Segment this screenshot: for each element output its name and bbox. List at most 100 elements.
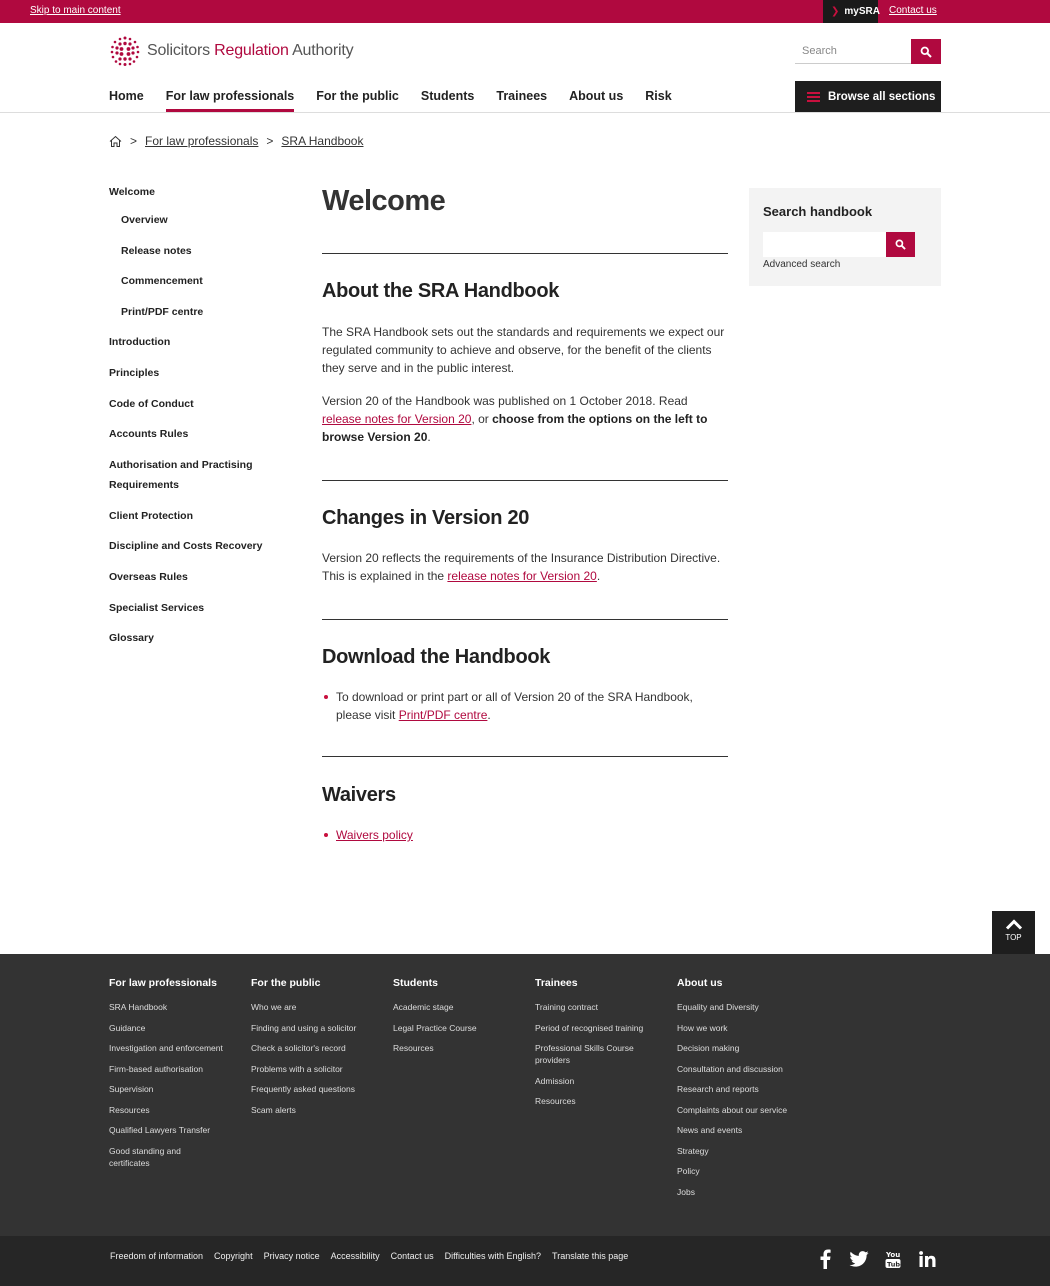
sidenav-glossary[interactable]: Glossary (109, 628, 299, 659)
footer-column-trainees: Trainees Training contract Period of rec… (535, 977, 665, 1116)
nav-for-the-public[interactable]: For the public (316, 88, 399, 112)
search-button[interactable] (911, 39, 941, 64)
release-notes-link[interactable]: release notes for Version 20 (447, 569, 596, 583)
difficulties-with-english-link[interactable]: Difficulties with English? (445, 1251, 541, 1261)
nav-risk[interactable]: Risk (645, 88, 671, 112)
privacy-notice-link[interactable]: Privacy notice (264, 1251, 320, 1261)
browse-all-sections-button[interactable]: Browse all sections (795, 81, 941, 113)
footer-link[interactable]: Guidance (109, 1022, 239, 1034)
footer-link[interactable]: Training contract (535, 1001, 665, 1013)
nav-trainees[interactable]: Trainees (496, 88, 547, 112)
search-handbook-panel: Search handbook Advanced search (749, 188, 941, 286)
sidenav-commencement[interactable]: Commencement (109, 271, 299, 302)
sidenav-accounts-rules[interactable]: Accounts Rules (109, 424, 299, 455)
sidenav-release-notes[interactable]: Release notes (109, 241, 299, 272)
footer-link[interactable]: SRA Handbook (109, 1001, 239, 1013)
waivers-list-item: Waivers policy (322, 826, 728, 844)
footer-link[interactable]: Consultation and discussion (677, 1063, 807, 1075)
footer-column-students: Students Academic stage Legal Practice C… (393, 977, 523, 1063)
footer-link[interactable]: News and events (677, 1124, 807, 1136)
waivers-policy-link[interactable]: Waivers policy (336, 828, 413, 842)
sidenav-discipline[interactable]: Discipline and Costs Recovery (109, 536, 299, 567)
home-icon[interactable] (109, 135, 122, 148)
handbook-search-input[interactable] (763, 232, 886, 257)
sidenav-overseas-rules[interactable]: Overseas Rules (109, 567, 299, 598)
copyright-link[interactable]: Copyright (214, 1251, 253, 1261)
footer-legal-links: Freedom of information Copyright Privacy… (110, 1251, 639, 1261)
footer-link[interactable]: How we work (677, 1022, 807, 1034)
footer-link[interactable]: Resources (535, 1095, 665, 1107)
footer-heading[interactable]: For the public (251, 977, 381, 989)
breadcrumb-sra-handbook[interactable]: SRA Handbook (281, 134, 363, 148)
footer-link[interactable]: Professional Skills Course providers (535, 1042, 665, 1066)
footer-heading[interactable]: For law professionals (109, 977, 239, 989)
nav-students[interactable]: Students (421, 88, 474, 112)
translate-page-link[interactable]: Translate this page (552, 1251, 628, 1261)
accessibility-link[interactable]: Accessibility (331, 1251, 380, 1261)
facebook-icon[interactable] (814, 1248, 836, 1270)
browse-label: Browse all sections (828, 91, 936, 103)
footer-link[interactable]: Finding and using a solicitor (251, 1022, 381, 1034)
release-notes-link[interactable]: release notes for Version 20 (322, 412, 471, 426)
mysra-link[interactable]: ❯ mySRA (823, 0, 880, 23)
sidenav-overview[interactable]: Overview (109, 210, 299, 241)
freedom-of-information-link[interactable]: Freedom of information (110, 1251, 203, 1261)
nav-about-us[interactable]: About us (569, 88, 623, 112)
print-pdf-centre-link[interactable]: Print/PDF centre (399, 708, 488, 722)
sidenav-code-of-conduct[interactable]: Code of Conduct (109, 394, 299, 425)
footer-link[interactable]: Complaints about our service (677, 1104, 807, 1116)
sra-logo[interactable]: Solicitors Regulation Authority (109, 35, 354, 67)
footer-link[interactable]: Research and reports (677, 1083, 807, 1095)
contact-us-link[interactable]: Contact us (889, 5, 937, 16)
logo-wordmark: Solicitors Regulation Authority (147, 42, 354, 59)
twitter-icon[interactable] (848, 1248, 870, 1270)
search-input[interactable]: Search (795, 39, 911, 64)
sidenav-print-pdf-centre[interactable]: Print/PDF centre (109, 302, 299, 333)
footer-link[interactable]: Investigation and enforcement (109, 1042, 239, 1054)
back-to-top-button[interactable]: TOP (992, 911, 1035, 954)
footer-link[interactable]: Frequently asked questions (251, 1083, 381, 1095)
footer-link[interactable]: Admission (535, 1075, 665, 1087)
footer-link[interactable]: Legal Practice Course (393, 1022, 523, 1034)
nav-home[interactable]: Home (109, 88, 144, 112)
header-divider (0, 112, 1050, 113)
utility-bar: Skip to main content ❯ mySRA Contact us (0, 0, 1050, 23)
nav-for-law-professionals[interactable]: For law professionals (165, 88, 295, 112)
contact-us-link[interactable]: Contact us (391, 1251, 434, 1261)
footer-link[interactable]: Jobs (677, 1186, 807, 1198)
footer-link[interactable]: Resources (393, 1042, 523, 1054)
footer-link[interactable]: Who we are (251, 1001, 381, 1013)
footer-link[interactable]: Equality and Diversity (677, 1001, 807, 1013)
sidenav-welcome[interactable]: Welcome (109, 182, 299, 210)
social-links: You Tube (814, 1248, 950, 1270)
footer-heading[interactable]: Students (393, 977, 523, 989)
footer-link[interactable]: Supervision (109, 1083, 239, 1095)
sidenav-introduction[interactable]: Introduction (109, 332, 299, 363)
footer-heading[interactable]: Trainees (535, 977, 665, 989)
footer-link[interactable]: Resources (109, 1104, 239, 1116)
footer-link[interactable]: Qualified Lawyers Transfer (109, 1124, 239, 1136)
sidenav-client-protection[interactable]: Client Protection (109, 506, 299, 537)
footer-link[interactable]: Academic stage (393, 1001, 523, 1013)
footer-link[interactable]: Decision making (677, 1042, 807, 1054)
breadcrumb: > For law professionals > SRA Handbook (109, 134, 363, 148)
sidenav-principles[interactable]: Principles (109, 363, 299, 394)
footer-link[interactable]: Good standing and certificates (109, 1145, 209, 1169)
sidenav-specialist-services[interactable]: Specialist Services (109, 598, 299, 629)
footer-link[interactable]: Strategy (677, 1145, 807, 1157)
breadcrumb-for-law-professionals[interactable]: For law professionals (145, 134, 258, 148)
footer-link[interactable]: Policy (677, 1165, 807, 1177)
advanced-search-link[interactable]: Advanced search (763, 259, 840, 270)
sidenav-authorisation[interactable]: Authorisation and Practising Requirement… (109, 455, 269, 506)
footer-link[interactable]: Check a solicitor's record (251, 1042, 381, 1054)
footer-link[interactable]: Scam alerts (251, 1104, 381, 1116)
version-paragraph: Version 20 of the Handbook was published… (322, 394, 708, 444)
youtube-icon[interactable]: You Tube (882, 1248, 904, 1270)
footer-heading[interactable]: About us (677, 977, 807, 989)
skip-link[interactable]: Skip to main content (30, 5, 121, 16)
handbook-search-button[interactable] (886, 232, 915, 257)
footer-link[interactable]: Period of recognised training (535, 1022, 665, 1034)
footer-link[interactable]: Firm-based authorisation (109, 1063, 239, 1075)
footer-link[interactable]: Problems with a solicitor (251, 1063, 381, 1075)
linkedin-icon[interactable] (916, 1248, 938, 1270)
